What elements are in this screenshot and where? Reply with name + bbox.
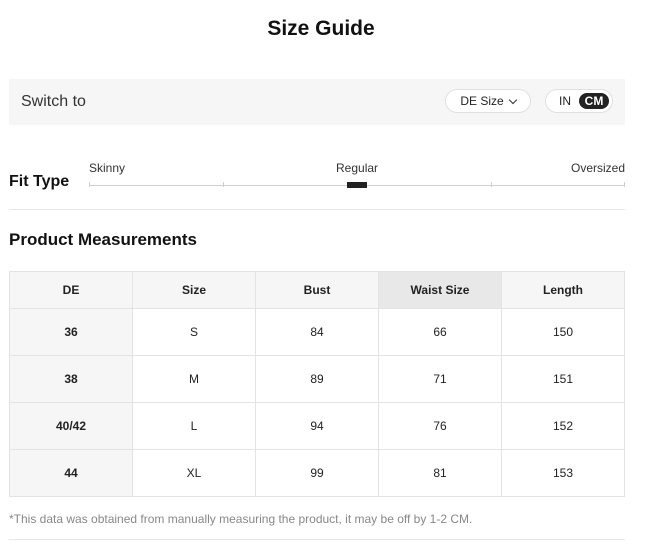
fit-option-skinny: Skinny: [89, 161, 126, 175]
table-cell: 150: [501, 308, 625, 356]
fit-scale-tick: [624, 182, 625, 187]
table-cell: 71: [378, 355, 502, 403]
table-cell: L: [132, 402, 256, 450]
table-cell: 151: [501, 355, 625, 403]
table-row: 36 S 84 66 150: [9, 308, 625, 356]
table-row: 40/42 L 94 76 152: [9, 402, 625, 450]
table-cell: 153: [501, 449, 625, 497]
switch-label: Switch to: [21, 93, 86, 110]
table-cell: 84: [255, 308, 379, 356]
table-header-row: DE Size Bust Waist Size Length: [9, 271, 625, 309]
unit-in-option[interactable]: IN: [553, 93, 577, 109]
table-cell: 38: [9, 355, 133, 403]
fit-option-regular: Regular: [336, 161, 379, 175]
table-cell: 152: [501, 402, 625, 450]
table-cell: 66: [378, 308, 502, 356]
table-cell: 81: [378, 449, 502, 497]
fit-option-oversized: Oversized: [571, 161, 626, 175]
size-system-dropdown[interactable]: DE Size: [445, 89, 531, 113]
table-cell: 40/42: [9, 402, 133, 450]
column-header: Waist Size: [378, 271, 502, 309]
fit-scale-tick: [223, 182, 224, 187]
chevron-down-icon: [508, 95, 517, 104]
table-cell: M: [132, 355, 256, 403]
unit-cm-option[interactable]: CM: [579, 93, 609, 109]
column-header: Size: [132, 271, 256, 309]
table-cell: 36: [9, 308, 133, 356]
unit-switch-bar: Switch to DE Size IN CM: [9, 79, 625, 125]
table-row: 38 M 89 71 151: [9, 355, 625, 403]
fit-scale-tick: [89, 182, 90, 187]
section-divider: [9, 539, 625, 540]
table-row: 44 XL 99 81 153: [9, 449, 625, 497]
fit-scale-tick: [491, 182, 492, 187]
page-title: Size Guide: [267, 17, 375, 40]
table-cell: 89: [255, 355, 379, 403]
column-header: Bust: [255, 271, 379, 309]
unit-toggle: IN CM: [545, 89, 613, 113]
table-cell: XL: [132, 449, 256, 497]
size-system-value: DE Size: [460, 94, 504, 108]
fit-selected-marker: [347, 182, 367, 188]
column-header: DE: [9, 271, 133, 309]
table-cell: S: [132, 308, 256, 356]
table-cell: 76: [378, 402, 502, 450]
table-cell: 44: [9, 449, 133, 497]
measurement-disclaimer: *This data was obtained from manually me…: [9, 512, 473, 526]
measurements-title: Product Measurements: [9, 230, 197, 249]
table-cell: 99: [255, 449, 379, 497]
section-divider: [9, 209, 625, 210]
column-header: Length: [501, 271, 625, 309]
fit-type-label: Fit Type: [9, 173, 70, 190]
table-cell: 94: [255, 402, 379, 450]
measurements-table: DE Size Bust Waist Size Length 36 S 84 6…: [9, 271, 625, 497]
